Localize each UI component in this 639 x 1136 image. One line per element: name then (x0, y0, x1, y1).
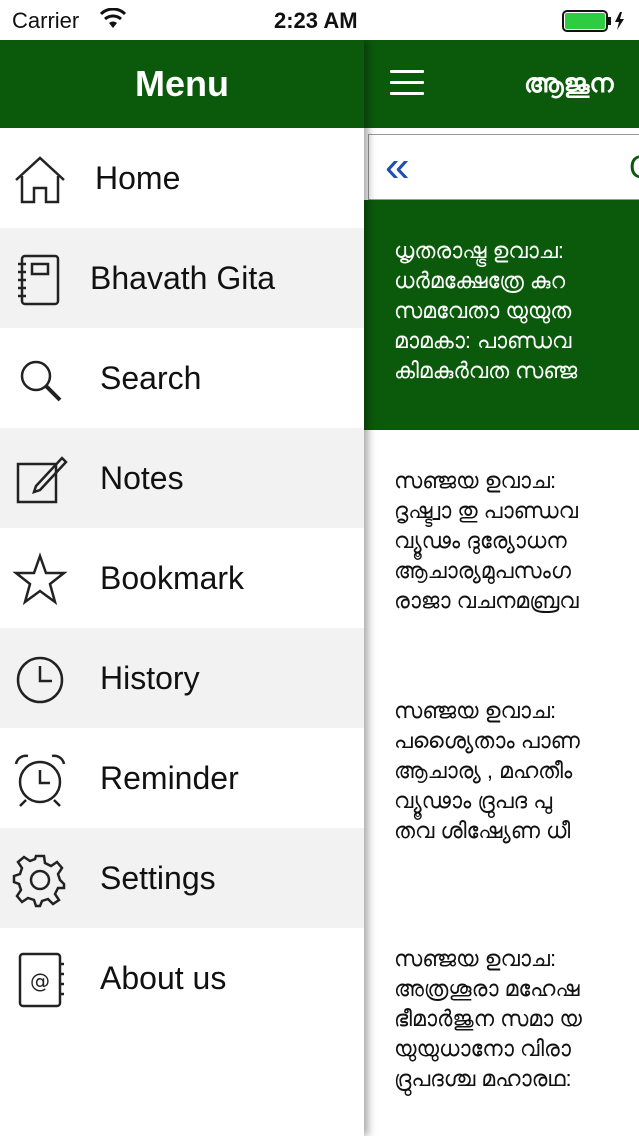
svg-text:@: @ (30, 969, 50, 993)
gear-icon (12, 852, 68, 908)
page-title: ആജൂന (524, 68, 614, 98)
verse-line: സഞ്ജയ ഉവാച: (394, 468, 557, 493)
verse-line: പശ്യൈതാം പാണ (394, 728, 580, 753)
menu-item-home[interactable]: Home (0, 128, 364, 228)
hamburger-menu-icon[interactable] (390, 70, 424, 96)
verse-line: സഞ്ജയ ഉവാച: (394, 698, 557, 723)
chapter-label: C (629, 149, 639, 186)
menu-item-reminder[interactable]: Reminder (0, 728, 364, 828)
menu-label-about-us: About us (100, 960, 227, 996)
verse-line: മാമകാ: പാണ്ഡവ (394, 328, 572, 353)
verse-block-4[interactable]: സഞ്ജയ ഉവാച: അത്രശൂരാ മഹേഷ ഭീമാർജുന സമാ യ… (394, 944, 582, 1094)
status-bar: Carrier 2:23 AM (0, 0, 639, 40)
verse-line: ധർമക്ഷേത്രേ കുറ (394, 268, 566, 293)
verse-block-2[interactable]: സഞ്ജയ ഉവാച: ദൃഷ്ട്വാ തു പാണ്ഡവ വ്യൂഢം ദു… (394, 466, 579, 616)
verse-block-3[interactable]: സഞ്ജയ ഉവാച: പശ്യൈതാം പാണ ആചാര്യ , മഹതീം … (394, 696, 580, 846)
verse-line: ഭീമാർജുന സമാ യ (394, 1006, 582, 1031)
verse-line: വ്യൂഢാം ദ്രുപദ പു (394, 788, 553, 813)
menu-label-search: Search (100, 360, 202, 396)
menu-label-reminder: Reminder (100, 760, 239, 796)
menu-item-bhavath-gita[interactable]: Bhavath Gita (0, 228, 364, 328)
clock-icon (12, 652, 68, 708)
star-icon (12, 552, 68, 608)
verse-line: അത്രശൂരാ മഹേഷ (394, 976, 580, 1001)
wifi-icon (99, 7, 127, 35)
verse-line: ദ്രുപദശ്ച മഹാരഥ: (394, 1066, 572, 1091)
book-icon (12, 252, 68, 308)
menu-label-home: Home (95, 160, 181, 196)
notes-icon (12, 452, 68, 508)
verse-line: ആചാര്യമുപസംഗ (394, 558, 571, 583)
verse-line: ധൃതരാഷ്ട്ര ഉവാച: (394, 238, 564, 263)
home-icon (12, 152, 68, 208)
menu-label-notes: Notes (100, 460, 184, 496)
search-icon (12, 352, 68, 408)
drawer-title: Menu (0, 40, 364, 128)
verse-line: വ്യൂഢം ദുര്യോധന (394, 528, 567, 553)
verse-line: സമവേതാ യുയുത (394, 298, 572, 323)
top-bar: ആജൂന (364, 40, 639, 128)
verse-line: രാജാ വചനമബ്രവ (394, 588, 579, 613)
menu-item-search[interactable]: Search (0, 328, 364, 428)
clock-time: 2:23 AM (274, 8, 358, 33)
menu-label-history: History (100, 660, 200, 696)
verse-line: സഞ്ജയ ഉവാച: (394, 946, 557, 971)
menu-item-about-us[interactable]: @ About us (0, 928, 364, 1028)
verse-line: യുയുധാനോ വിരാ (394, 1036, 571, 1061)
verse-line: ആചാര്യ , മഹതീം (394, 758, 573, 783)
alarm-clock-icon (12, 752, 68, 808)
menu-label-bookmark: Bookmark (100, 560, 245, 596)
battery-icon (562, 10, 628, 37)
side-drawer: Menu Home Bhavath Gita Search Notes Book… (0, 40, 364, 1136)
chapter-nav-bar: « C (368, 134, 639, 200)
menu-item-history[interactable]: History (0, 628, 364, 728)
menu-label-settings: Settings (100, 860, 216, 896)
main-content: ആജൂന « C ധൃതരാഷ്ട്ര ഉവാച: ധർമക്ഷേത്രേ കു… (364, 40, 639, 1136)
verse-block-1[interactable]: ധൃതരാഷ്ട്ര ഉവാച: ധർമക്ഷേത്രേ കുറ സമവേതാ … (394, 236, 577, 386)
menu-item-settings[interactable]: Settings (0, 828, 364, 928)
menu-item-notes[interactable]: Notes (0, 428, 364, 528)
verse-line: തവ ശിഷ്യേണ ധീ (394, 818, 571, 843)
address-book-icon: @ (12, 952, 68, 1008)
double-chevron-left-icon[interactable]: « (385, 145, 409, 189)
verse-line: കിമകുർവത സഞ്ജ (394, 358, 578, 383)
carrier-label: Carrier (12, 8, 80, 33)
verse-line: ദൃഷ്ട്വാ തു പാണ്ഡവ (394, 498, 578, 523)
menu-item-bookmark[interactable]: Bookmark (0, 528, 364, 628)
menu-label-bhavath-gita: Bhavath Gita (90, 260, 275, 296)
